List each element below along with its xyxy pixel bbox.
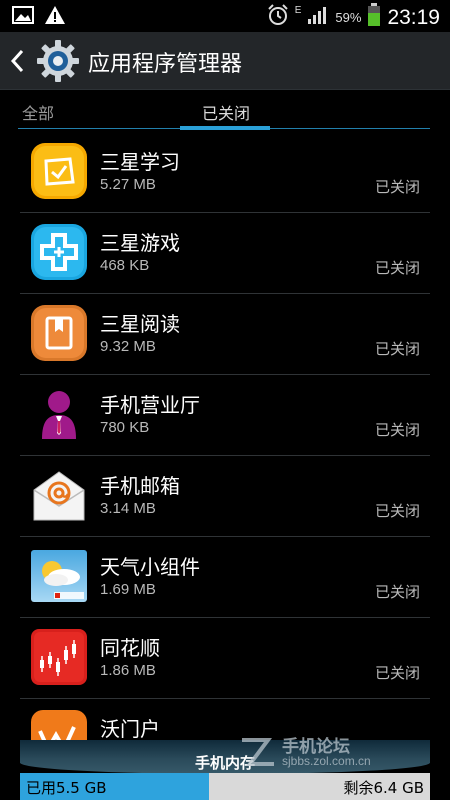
- app-name: 天气小组件: [100, 555, 200, 579]
- list-item-app[interactable]: 同花顺 1.86 MB 已关闭: [20, 618, 430, 699]
- app-name: 三星学习: [100, 150, 180, 174]
- app-size: 780 KB: [100, 419, 150, 436]
- app-size: 468 KB: [100, 257, 150, 274]
- warning-icon: [44, 5, 66, 29]
- clock: 23:19: [387, 5, 440, 29]
- watermark: 手机论坛 sjbbs.zol.com.cn: [238, 730, 408, 774]
- app-name: 手机营业厅: [100, 393, 200, 417]
- watermark-line2: sjbbs.zol.com.cn: [282, 754, 371, 768]
- tab-closed[interactable]: 已关闭: [202, 100, 250, 124]
- app-name: 三星游戏: [100, 231, 180, 255]
- list-item-app[interactable]: 手机邮箱 3.14 MB 已关闭: [20, 456, 430, 537]
- app-status: 已关闭: [374, 502, 420, 520]
- app-size: 1.69 MB: [100, 581, 156, 598]
- network-type: E: [294, 5, 302, 16]
- back-arrow-icon[interactable]: [10, 49, 26, 77]
- samsung-games-icon: [30, 223, 88, 281]
- app-status: 已关闭: [374, 178, 420, 196]
- signal-icon: [307, 5, 329, 30]
- app-list: 三星学习 5.27 MB 已关闭 三星游戏 468 KB 已关闭 三星阅读 9.…: [0, 132, 450, 740]
- samsung-reader-icon: [30, 304, 88, 362]
- list-item-app[interactable]: 三星阅读 9.32 MB 已关闭: [20, 294, 430, 375]
- app-status: 已关闭: [374, 421, 420, 439]
- memory-usage-bar: 已用5.5 GB 剩余6.4 GB: [20, 773, 430, 800]
- app-status: 已关闭: [374, 664, 420, 682]
- list-item-app[interactable]: 三星学习 5.27 MB 已关闭: [20, 132, 430, 213]
- wo-portal-icon: [30, 709, 88, 740]
- status-bar: E 59% 23:19: [0, 0, 450, 32]
- app-name: 三星阅读: [100, 312, 180, 336]
- app-name: 沃门户: [100, 717, 160, 740]
- app-size: 9.32 MB: [100, 338, 156, 355]
- weather-widget-icon: [30, 547, 88, 605]
- status-bar-right: E 59% 23:19: [267, 3, 440, 32]
- memory-free-label: 剩余6.4 GB: [343, 779, 424, 797]
- app-size: 3.14 MB: [100, 500, 156, 517]
- samsung-learning-icon: [30, 142, 88, 200]
- alarm-icon: [267, 4, 289, 31]
- app-status: 已关闭: [374, 583, 420, 601]
- tab-bar: 全部 已关闭: [0, 90, 450, 132]
- list-item-app[interactable]: 三星游戏 468 KB 已关闭: [20, 213, 430, 294]
- status-bar-left: [12, 5, 66, 29]
- tab-selected-indicator: [180, 126, 270, 130]
- mobile-service-hall-icon: [30, 385, 88, 443]
- app-name: 同花顺: [100, 636, 160, 660]
- gallery-icon: [12, 5, 34, 29]
- battery-percent: 59%: [335, 10, 362, 25]
- battery-icon: [367, 3, 381, 32]
- list-item-app[interactable]: 手机营业厅 780 KB 已关闭: [20, 375, 430, 456]
- app-size: 5.27 MB: [100, 176, 156, 193]
- tab-all[interactable]: 全部: [22, 100, 54, 124]
- stock-chart-icon: [30, 628, 88, 686]
- list-item-app[interactable]: 天气小组件 1.69 MB 已关闭: [20, 537, 430, 618]
- app-status: 已关闭: [374, 259, 420, 277]
- memory-used-label: 已用5.5 GB: [26, 779, 107, 797]
- app-status: 已关闭: [374, 340, 420, 358]
- action-bar: 应用程序管理器: [0, 32, 450, 90]
- page-title: 应用程序管理器: [88, 52, 243, 77]
- app-name: 手机邮箱: [100, 474, 180, 498]
- app-size: 1.86 MB: [100, 662, 156, 679]
- settings-gear-icon[interactable]: [36, 39, 80, 87]
- watermark-logo-icon: [238, 734, 278, 774]
- mail-icon: [30, 466, 88, 524]
